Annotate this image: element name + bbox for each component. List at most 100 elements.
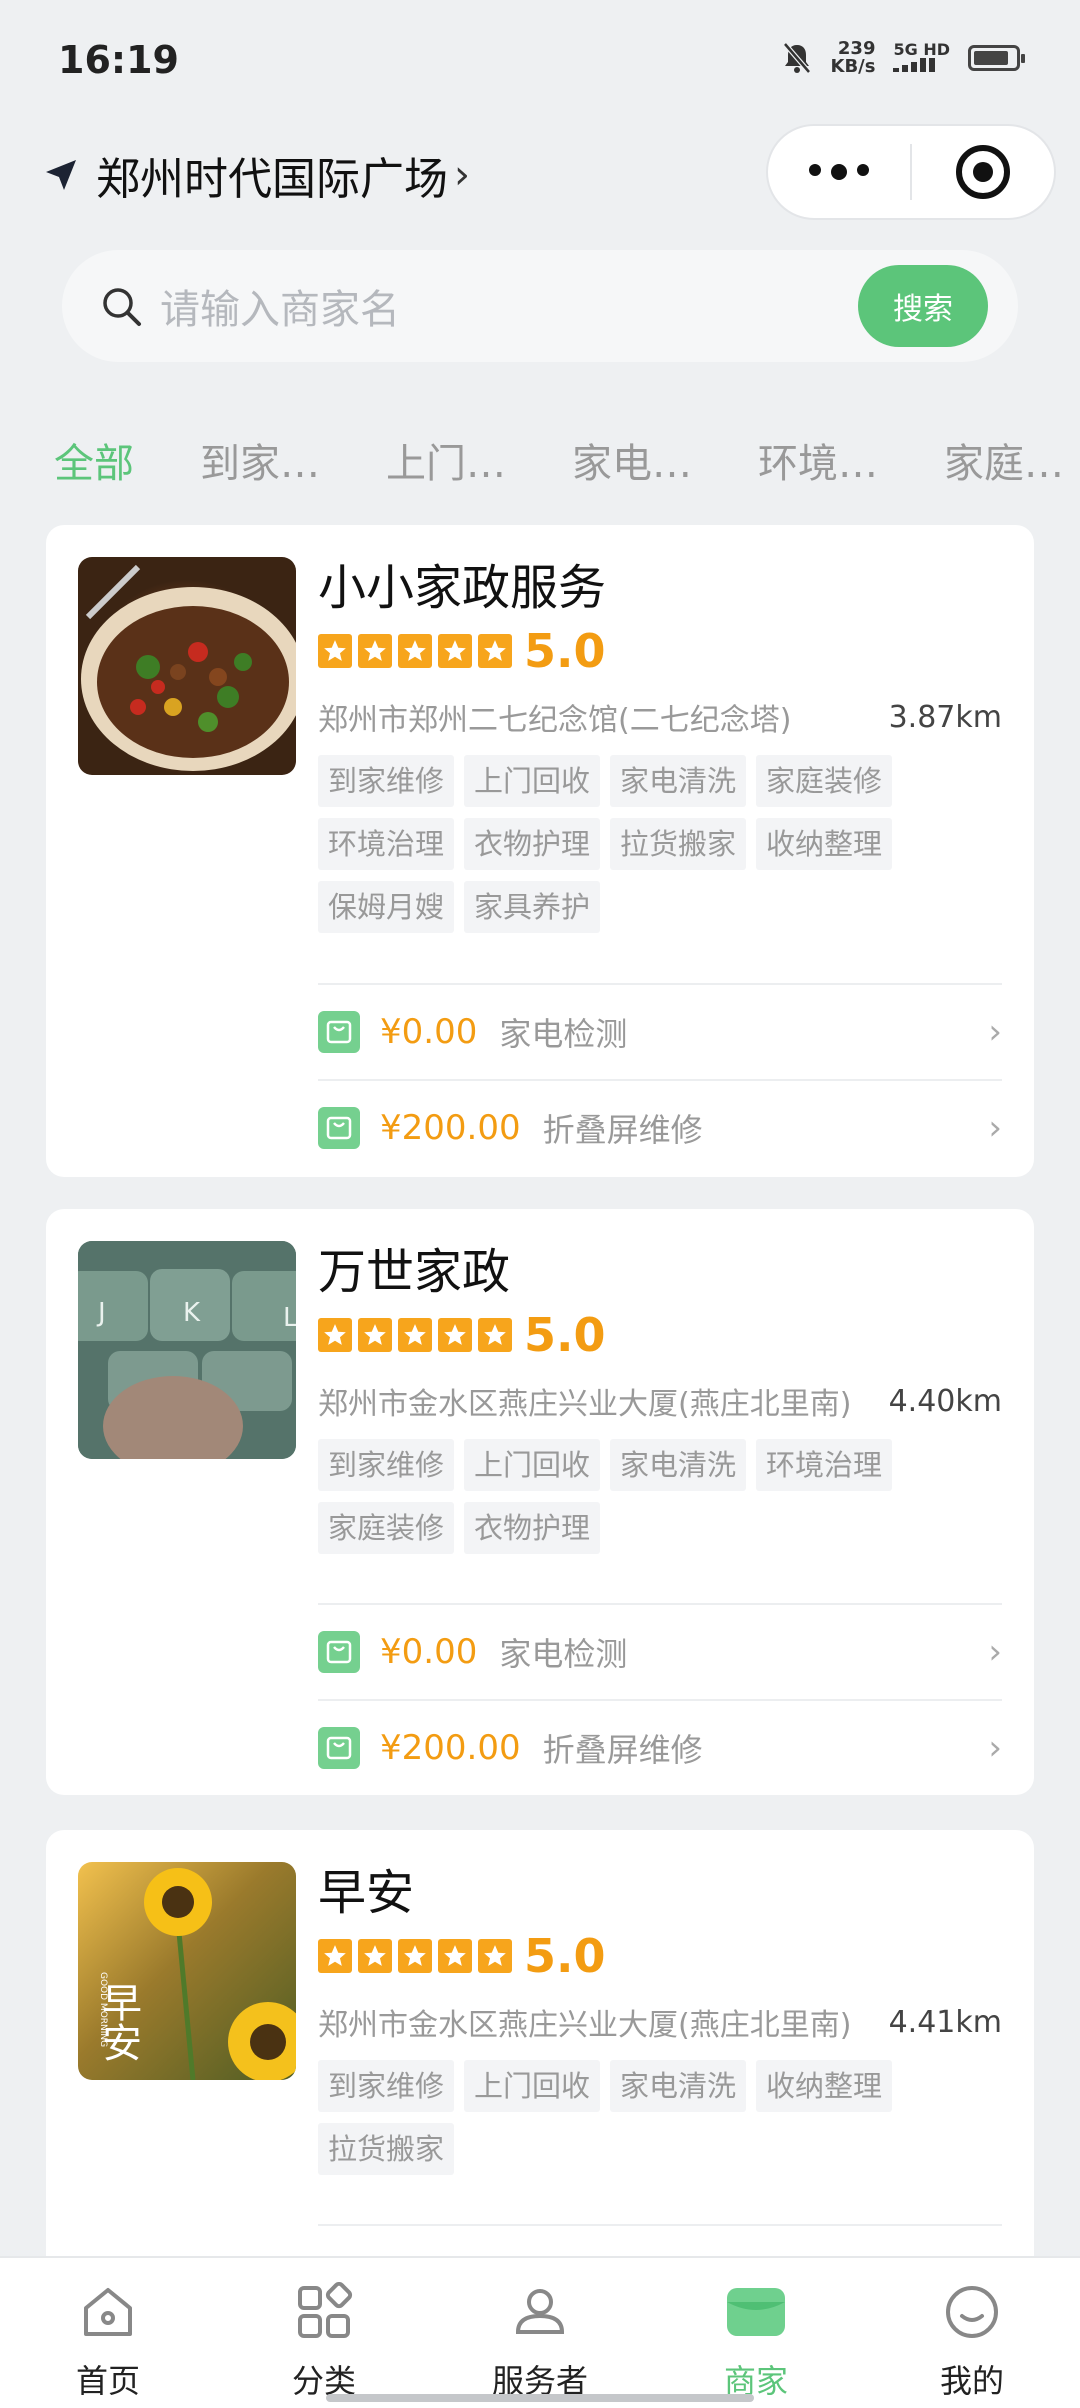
thumbnail-caption: GOOD MORNING: [98, 1972, 108, 2047]
bottom-tab-bar: 首页 分类 服务者 商家 我的: [0, 2256, 1080, 2408]
smile-icon: [940, 2280, 1004, 2344]
star-icon: [398, 1318, 432, 1352]
net-speed-unit: KB/s: [830, 56, 876, 77]
service-price: ¥0.00: [380, 1012, 478, 1052]
merchant-thumbnail: J K L: [78, 1241, 296, 1459]
merchant-card[interactable]: 小小家政服务 5.0 郑州市郑州二七纪念馆(二七纪念塔) 3.87km 到家维修…: [46, 525, 1034, 1177]
service-item[interactable]: ¥0.00 家电检测 ›: [318, 1603, 1002, 1699]
home-indicator[interactable]: [326, 2394, 754, 2402]
chevron-right-icon: ›: [988, 1728, 1002, 1768]
star-icon: [478, 634, 512, 668]
rating-stars: 5.0: [318, 623, 1002, 679]
star-icon: [358, 634, 392, 668]
star-icon: [438, 1939, 472, 1973]
rating-value: 5.0: [524, 1308, 606, 1362]
star-icon: [318, 634, 352, 668]
service-tag: 家庭装修: [756, 755, 893, 807]
category-tabs: 全部 到家… 上门… 家电… 环境… 家庭…: [54, 430, 1080, 490]
tab-environment[interactable]: 环境…: [758, 431, 878, 489]
merchant-card[interactable]: 早安 GOOD MORNING 早安 5.0 郑州市金水区燕庄兴业大厦(燕庄北里…: [46, 1830, 1034, 2290]
grid-icon: [292, 2280, 356, 2344]
merchant-name: 小小家政服务: [318, 560, 607, 616]
tab-home-repair[interactable]: 到家…: [200, 431, 320, 489]
star-icon: [398, 634, 432, 668]
service-tag: 上门回收: [464, 755, 601, 807]
search-icon: [103, 288, 141, 326]
service-item[interactable]: ¥200.00 折叠屏维修 ›: [318, 1079, 1002, 1175]
signal-label: 5G HD: [893, 39, 950, 59]
service-tag: 衣物护理: [464, 1502, 601, 1554]
key-label: J: [96, 1298, 106, 1328]
tabbar-item-merchant[interactable]: 商家: [648, 2258, 864, 2408]
service-tag: 环境治理: [756, 1439, 893, 1491]
shopping-bag-icon: [318, 1631, 360, 1673]
star-icon: [438, 1318, 472, 1352]
rating-stars: 5.0: [318, 1928, 1002, 1984]
service-name: 折叠屏维修: [542, 1111, 703, 1149]
star-icon: [478, 1939, 512, 1973]
tabbar-item-category[interactable]: 分类: [216, 2258, 432, 2408]
search-bar[interactable]: 请输入商家名 搜索: [62, 250, 1018, 362]
location-selector[interactable]: 郑州时代国际广场 ›: [44, 140, 470, 210]
status-bar: 16:19 239 KB/s 5G HD: [0, 0, 1080, 120]
merchant-name: 早安: [318, 1865, 415, 1921]
service-item[interactable]: ¥200.00 折叠屏维修 ›: [318, 1699, 1002, 1795]
chevron-right-icon: ›: [454, 152, 470, 198]
search-button[interactable]: 搜索: [858, 265, 988, 347]
key-label: L: [283, 1303, 296, 1333]
service-tag: 拉货搬家: [610, 818, 747, 870]
merchant-address: 郑州市金水区燕庄兴业大厦(燕庄北里南): [318, 1387, 852, 1422]
signal-bars-icon: [893, 57, 936, 72]
service-tags: 到家维修 上门回收 家电清洗 收纳整理 拉货搬家: [318, 2060, 938, 2186]
service-price: ¥0.00: [380, 1632, 478, 1672]
tab-appliance[interactable]: 家电…: [572, 431, 692, 489]
merchant-name: 万世家政: [318, 1244, 511, 1300]
tab-home-decor[interactable]: 家庭…: [944, 431, 1064, 489]
tab-recycling[interactable]: 上门…: [386, 431, 506, 489]
close-target-icon[interactable]: [912, 144, 1054, 200]
chevron-right-icon: ›: [988, 1108, 1002, 1148]
tabbar-item-worker[interactable]: 服务者: [432, 2258, 648, 2408]
merchant-address: 郑州市郑州二七纪念馆(二七纪念塔): [318, 703, 792, 738]
status-time: 16:19: [58, 38, 179, 82]
shopping-bag-icon: [318, 1107, 360, 1149]
merchant-thumbnail: 早安 GOOD MORNING: [78, 1862, 296, 2080]
service-tag: 家电清洗: [610, 1439, 747, 1491]
merchant-distance: 4.40km: [888, 1383, 1002, 1419]
shopping-bag-icon: [318, 1727, 360, 1769]
service-tag: 家电清洗: [610, 2060, 747, 2112]
search-input[interactable]: 请输入商家名: [160, 277, 858, 335]
service-tag: 到家维修: [318, 755, 455, 807]
location-name: 郑州时代国际广场: [96, 154, 448, 205]
service-price: ¥200.00: [380, 1108, 521, 1148]
star-icon: [358, 1318, 392, 1352]
service-tag: 衣物护理: [464, 818, 601, 870]
battery-icon: [968, 45, 1025, 71]
service-name: 折叠屏维修: [542, 1731, 703, 1769]
net-speed: 239 KB/s: [831, 40, 876, 76]
service-tag: 家庭装修: [318, 1502, 455, 1554]
tab-all[interactable]: 全部: [54, 431, 134, 489]
shop-icon: [724, 2280, 788, 2344]
star-icon: [318, 1318, 352, 1352]
tabbar-label: 我的: [939, 2362, 1004, 2400]
merchant-thumbnail: [78, 557, 296, 775]
more-icon[interactable]: [768, 164, 910, 180]
service-tag: 上门回收: [464, 1439, 601, 1491]
location-arrow-icon: [46, 160, 76, 190]
service-item[interactable]: ¥0.00 家电检测 ›: [318, 983, 1002, 1079]
merchant-card[interactable]: J K L 万世家政 5.0 郑州市金水区燕庄兴业大厦(燕庄北里南) 4.40k…: [46, 1209, 1034, 1795]
star-icon: [358, 1939, 392, 1973]
merchant-distance: 4.41km: [888, 2004, 1002, 2040]
service-tag: 上门回收: [464, 2060, 601, 2112]
tabbar-item-home[interactable]: 首页: [0, 2258, 216, 2408]
service-tag: 到家维修: [318, 1439, 455, 1491]
service-tag: 拉货搬家: [318, 2123, 455, 2175]
service-tags: 到家维修 上门回收 家电清洗 家庭装修 环境治理 衣物护理 拉货搬家 收纳整理 …: [318, 755, 938, 944]
miniprogram-capsule: [766, 124, 1056, 220]
tabbar-item-mine[interactable]: 我的: [864, 2258, 1080, 2408]
person-icon: [508, 2280, 572, 2344]
service-tag: 环境治理: [318, 818, 455, 870]
service-name: 家电检测: [499, 1015, 628, 1053]
status-icons: 239 KB/s 5G HD: [781, 39, 1025, 76]
